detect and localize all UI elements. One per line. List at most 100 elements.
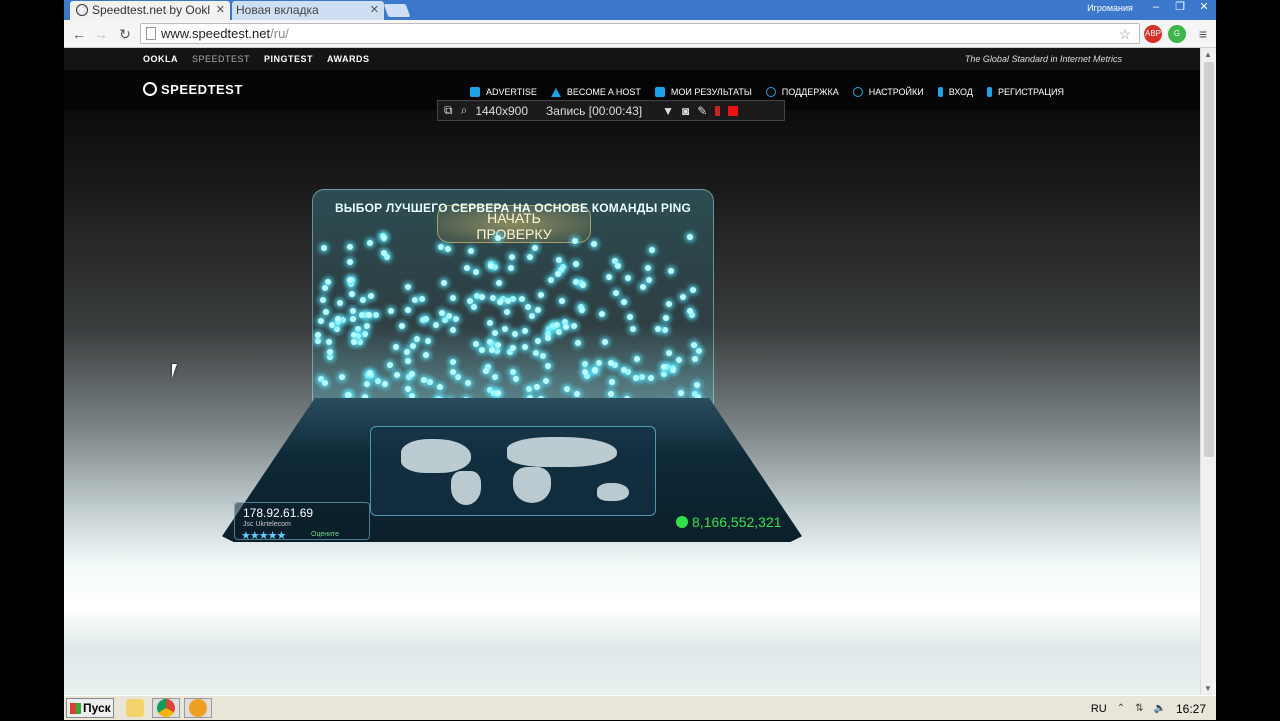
world-map[interactable] [370, 426, 656, 516]
page-scrollbar[interactable]: ▲ ▼ [1200, 48, 1216, 695]
particle-dot [445, 313, 452, 320]
new-tab-button[interactable] [383, 4, 411, 17]
particle-dot [450, 358, 457, 365]
particle-dot [338, 373, 345, 380]
particle-dot [315, 337, 322, 344]
taskbar-chrome-button[interactable] [152, 698, 180, 718]
recorder-resolution: 1440x900 [475, 103, 529, 118]
particle-dot [351, 338, 358, 345]
scroll-down-icon[interactable]: ▼ [1204, 684, 1212, 693]
gauge-icon [143, 82, 157, 96]
adblock-icon[interactable]: ABP [1144, 25, 1162, 43]
particle-dot [426, 379, 433, 386]
nav-advertise[interactable]: ADVERTISE [470, 87, 537, 97]
zoom-icon[interactable]: ⌕ [461, 103, 468, 118]
particle-dot [486, 339, 493, 346]
start-line-2: ПРОВЕРКУ [476, 226, 552, 242]
tab-new[interactable]: Новая вкладка ✕ [232, 1, 384, 20]
tab-label: Speedtest.net by Ookl [92, 3, 211, 17]
particle-dot [571, 237, 578, 244]
particle-dot [666, 300, 673, 307]
particle-dot [607, 360, 614, 367]
particle-dot [505, 298, 512, 305]
forward-icon[interactable]: → [92, 25, 110, 43]
taskbar-app-button[interactable] [184, 698, 212, 718]
start-label: Пуск [83, 701, 111, 715]
tray-expand-icon[interactable]: ⌃ [1117, 703, 1125, 714]
africa-shape [513, 467, 551, 503]
nav-my-results[interactable]: МОИ РЕЗУЛЬТАТЫ [654, 87, 752, 97]
restore-icon[interactable]: ❐ [1168, 0, 1192, 16]
close-tab-icon[interactable]: ✕ [216, 3, 225, 16]
address-bar[interactable]: www.speedtest.net/ru/ [140, 23, 1140, 44]
window-icon[interactable]: ⧉ [444, 103, 453, 118]
recorder-bar: ⧉ ⌕ 1440x900 Запись [00:00:43] ▼ ◙ ✎ [437, 100, 785, 121]
camera-icon[interactable]: ◙ [682, 104, 689, 118]
menu-icon[interactable]: ≡ [1194, 25, 1212, 43]
topnav-awards[interactable]: AWARDS [327, 54, 370, 64]
language-indicator[interactable]: RU [1091, 703, 1107, 715]
back-icon[interactable]: ← [70, 25, 88, 43]
bookmark-star-icon[interactable]: ☆ [1116, 25, 1134, 43]
particle-dot [624, 275, 631, 282]
scroll-up-icon[interactable]: ▲ [1204, 50, 1212, 59]
particle-dot [596, 359, 603, 366]
topnav-ookla[interactable]: OOKLA [143, 54, 178, 64]
nav-support[interactable]: ПОДДЕРЖКА [765, 87, 839, 97]
particle-dot [655, 326, 662, 333]
scroll-thumb[interactable] [1204, 62, 1214, 457]
reload-icon[interactable]: ↻ [116, 25, 134, 43]
particle-dot [337, 299, 344, 306]
nav-register[interactable]: РЕГИСТРАЦИЯ [986, 87, 1064, 97]
nav-become-host[interactable]: BECOME A HOST [550, 87, 641, 97]
particle-dot [418, 295, 425, 302]
page-viewport: OOKLA SPEEDTEST PINGTEST AWARDS The Glob… [64, 48, 1200, 695]
particle-dot [380, 234, 387, 241]
particle-dot [467, 298, 474, 305]
address-path: /ru/ [270, 26, 289, 41]
dropdown-icon[interactable]: ▼ [662, 104, 674, 118]
pencil-icon[interactable]: ✎ [697, 104, 707, 118]
server-info: 178.92.61.69 Jsc Ukrtelecom ★★★★★ Оценит… [234, 502, 370, 542]
speedtest-logo[interactable]: SPEEDTEST [143, 82, 243, 97]
pause-icon[interactable] [715, 105, 721, 116]
particle-dot [615, 262, 622, 269]
particle-dot [559, 297, 566, 304]
particle-dot [350, 331, 357, 338]
particle-dot [502, 326, 509, 333]
top-nav: OOKLA SPEEDTEST PINGTEST AWARDS [143, 54, 370, 64]
close-tab-icon[interactable]: ✕ [370, 3, 379, 16]
particle-dot [693, 381, 700, 388]
particle-dot [689, 286, 696, 293]
nav-login[interactable]: ВХОД [937, 87, 973, 97]
address-host: www.speedtest.net [161, 26, 271, 41]
close-window-icon[interactable]: ✕ [1192, 0, 1216, 16]
stop-icon[interactable] [728, 105, 739, 116]
start-button[interactable]: Пуск [66, 698, 114, 718]
rate-link[interactable]: Оцените [311, 531, 339, 538]
particle-dot [367, 240, 374, 247]
particle-dot [483, 368, 490, 375]
particle-dot [449, 326, 456, 333]
nav-settings[interactable]: НАСТРОЙКИ [852, 87, 924, 97]
volume-icon[interactable]: 🔈 [1154, 703, 1166, 714]
particle-dot [326, 354, 333, 361]
tab-speedtest[interactable]: Speedtest.net by Ookl ✕ [70, 1, 230, 20]
topnav-pingtest[interactable]: PINGTEST [264, 54, 313, 64]
particle-dot [638, 374, 645, 381]
particle-dot [363, 322, 370, 329]
particle-dot [372, 312, 379, 319]
extension-icon[interactable]: G [1168, 25, 1186, 43]
rating-stars[interactable]: ★★★★★ [241, 529, 286, 542]
particle-dot [364, 380, 371, 387]
folder-icon[interactable] [126, 699, 144, 717]
network-icon[interactable]: ⇅ [1135, 703, 1143, 714]
user-badge[interactable]: Игромания [1076, 1, 1144, 15]
minimize-icon[interactable]: – [1144, 0, 1168, 16]
particle-dot [526, 254, 533, 261]
browser-tabbar: Speedtest.net by Ookl ✕ Новая вкладка ✕ … [64, 0, 1216, 20]
particle-dot [511, 331, 518, 338]
particle-dot [354, 326, 361, 333]
particle-dot [529, 312, 536, 319]
topnav-speedtest[interactable]: SPEEDTEST [192, 54, 250, 64]
